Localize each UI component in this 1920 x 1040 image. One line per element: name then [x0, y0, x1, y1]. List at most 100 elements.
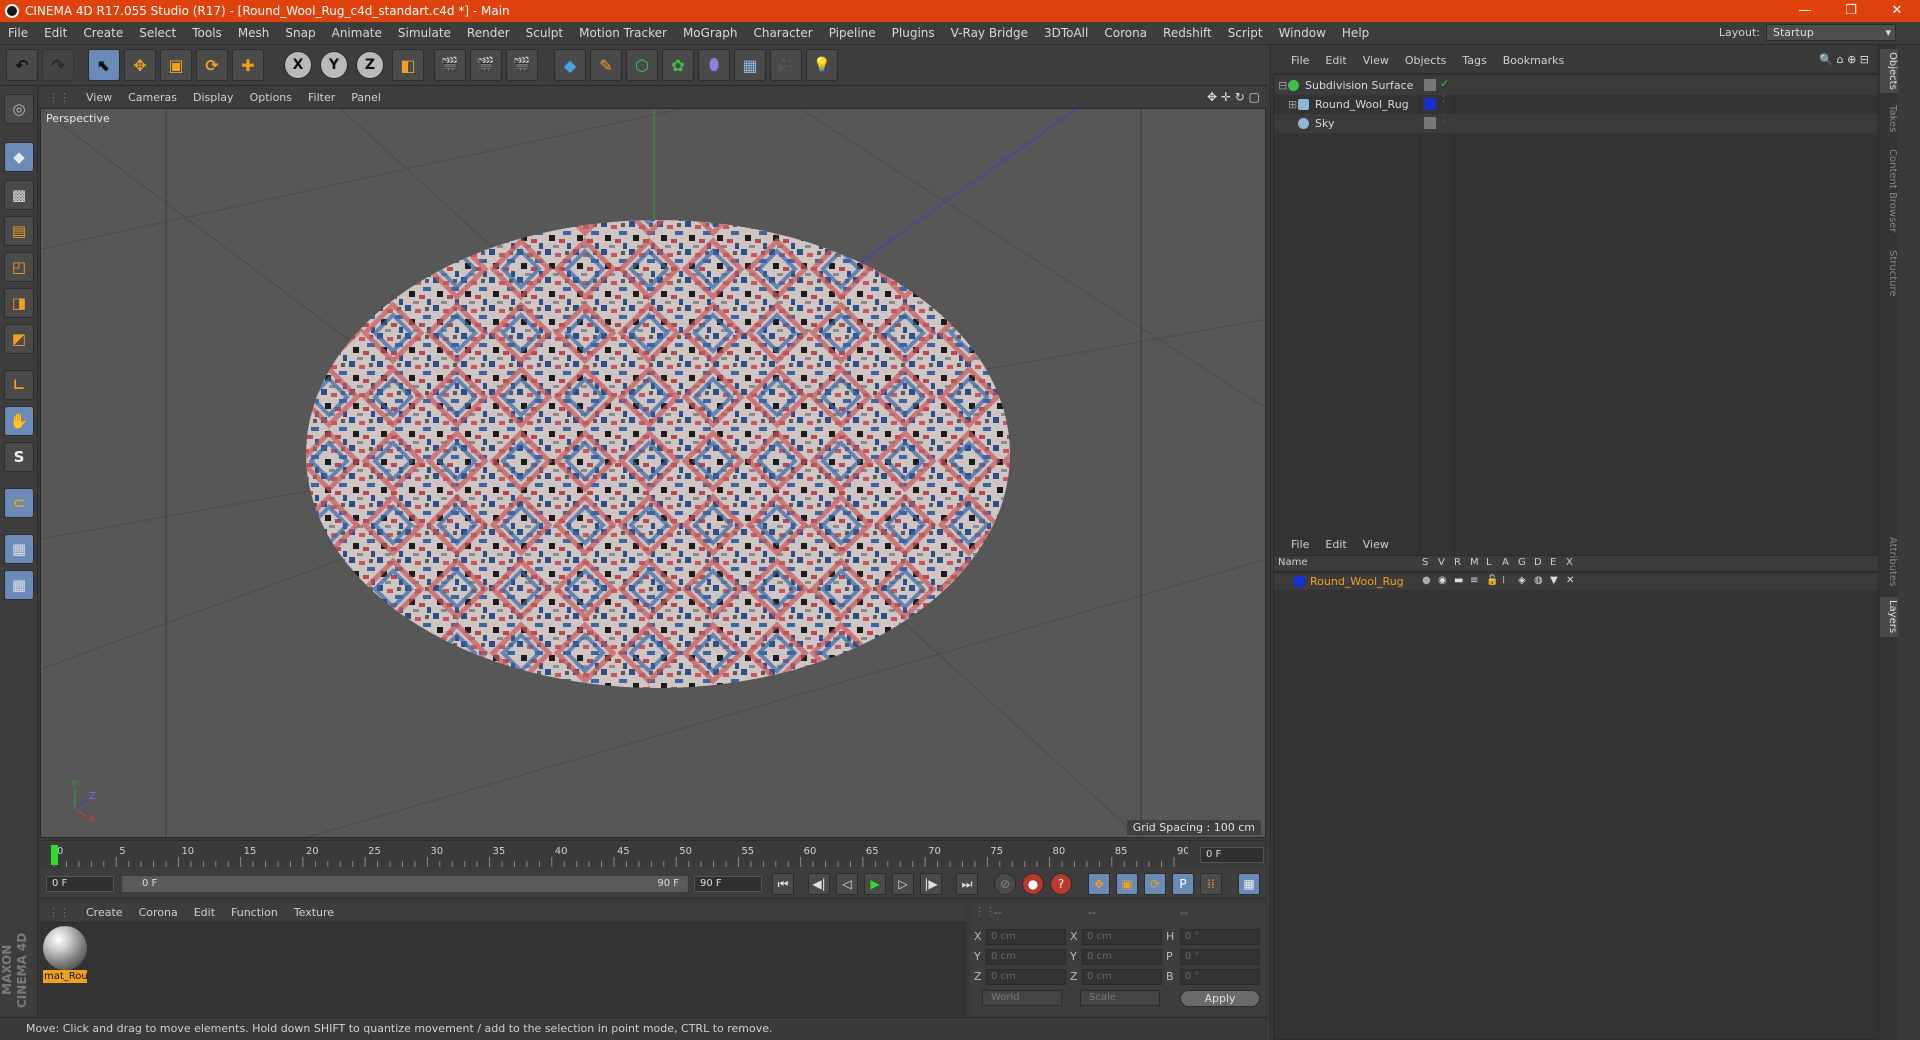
- timeline-window-icon[interactable]: ▦: [1238, 873, 1260, 895]
- render-view-icon[interactable]: 🎬: [434, 49, 466, 81]
- menu-character[interactable]: Character: [745, 26, 820, 40]
- layer-solo-icon[interactable]: ●: [1422, 575, 1431, 586]
- playhead-marker[interactable]: [51, 845, 58, 865]
- pos-y-field[interactable]: 0 cm: [986, 949, 1066, 965]
- material-menu-create[interactable]: Create: [78, 906, 131, 919]
- current-frame-field[interactable]: 0 F: [1200, 847, 1264, 863]
- tweak-mode-icon[interactable]: ✋: [4, 406, 34, 436]
- tab-layers[interactable]: Layers: [1880, 597, 1898, 637]
- object-row[interactable]: ⊟ Subdivision Surface ✓: [1274, 76, 1896, 95]
- tab-content-browser[interactable]: Content Browser: [1880, 145, 1898, 237]
- layer-lock-icon[interactable]: 🔓: [1486, 575, 1498, 586]
- pos-x-field[interactable]: 0 cm: [986, 929, 1066, 945]
- menu-mograph[interactable]: MoGraph: [675, 26, 746, 40]
- coordinate-mode-dropdown[interactable]: World: [982, 990, 1062, 1006]
- rot-h-field[interactable]: 0 °: [1180, 929, 1260, 945]
- tab-takes[interactable]: Takes: [1880, 101, 1898, 137]
- material-menu-corona[interactable]: Corona: [131, 906, 186, 919]
- floor-icon[interactable]: ▦: [734, 49, 766, 81]
- obj-menu-objects[interactable]: Objects: [1397, 54, 1455, 67]
- menu-help[interactable]: Help: [1334, 26, 1377, 40]
- rot-p-field[interactable]: 0 °: [1180, 949, 1260, 965]
- viewport-menu-cameras[interactable]: Cameras: [120, 91, 185, 104]
- live-selection-tool-icon[interactable]: ⬉: [88, 49, 120, 81]
- size-y-field[interactable]: 0 cm: [1082, 949, 1162, 965]
- viewport-menu-panel[interactable]: Panel: [343, 91, 389, 104]
- undo-button[interactable]: ↶: [6, 49, 38, 81]
- texture-mode-icon[interactable]: ▩: [4, 180, 34, 210]
- material-menu-function[interactable]: Function: [223, 906, 286, 919]
- viewport-menu-options[interactable]: Options: [242, 91, 300, 104]
- close-button[interactable]: ✕: [1874, 0, 1920, 22]
- menu-create[interactable]: Create: [75, 26, 131, 40]
- menu-edit[interactable]: Edit: [36, 26, 75, 40]
- y-axis-lock-button[interactable]: Y: [320, 51, 348, 79]
- size-z-field[interactable]: 0 cm: [1082, 969, 1162, 985]
- previous-key-button[interactable]: ◀|: [808, 873, 830, 895]
- menu-tools[interactable]: Tools: [184, 26, 230, 40]
- axis-mode-icon[interactable]: ∟: [4, 370, 34, 400]
- light-icon[interactable]: 💡: [806, 49, 838, 81]
- preview-range-slider[interactable]: 0 F 90 F: [122, 876, 688, 892]
- tab-objects[interactable]: Objects: [1880, 49, 1898, 93]
- timeline[interactable]: 0 5 10 15 20 25 30 35 40 45 50 55 60 65 70 75 80 85 90 0 F: [40, 840, 1266, 868]
- mograph-array-icon[interactable]: ✿: [662, 49, 694, 81]
- layer-view-icon[interactable]: ◉: [1438, 575, 1447, 586]
- material-menu-texture[interactable]: Texture: [286, 906, 342, 919]
- workplane-rotate-icon[interactable]: ▦: [4, 570, 34, 600]
- obj-menu-file[interactable]: File: [1283, 54, 1317, 67]
- model-mode-icon[interactable]: ◆: [4, 142, 34, 172]
- next-frame-button[interactable]: ▷: [892, 873, 914, 895]
- layer-generators-icon[interactable]: ◈: [1518, 575, 1526, 586]
- menu-render[interactable]: Render: [459, 26, 518, 40]
- tab-structure[interactable]: Structure: [1880, 245, 1898, 301]
- recent-tool-icon[interactable]: ✚: [232, 49, 264, 81]
- menu-mesh[interactable]: Mesh: [230, 26, 278, 40]
- viewport-menu-filter[interactable]: Filter: [300, 91, 343, 104]
- visibility-dots-icon[interactable]: ⁚: [1442, 114, 1445, 124]
- expand-icon[interactable]: ⊞: [1288, 98, 1298, 111]
- x-axis-lock-button[interactable]: X: [284, 51, 312, 79]
- layer-deformers-icon[interactable]: ◍: [1534, 575, 1543, 586]
- menu-3dtoall[interactable]: 3DToAll: [1036, 26, 1096, 40]
- camera-icon[interactable]: 🎥: [770, 49, 802, 81]
- timeline-ruler[interactable]: 0 5 10 15 20 25 30 35 40 45 50 55 60 65 70 75 80 85 90: [48, 843, 1188, 867]
- obj-menu-edit[interactable]: Edit: [1317, 54, 1354, 67]
- menu-file[interactable]: File: [0, 26, 36, 40]
- cube-primitive-icon[interactable]: ◆: [554, 49, 586, 81]
- menu-corona[interactable]: Corona: [1096, 26, 1155, 40]
- rot-b-field[interactable]: 0 °: [1180, 969, 1260, 985]
- minimize-button[interactable]: —: [1782, 0, 1828, 22]
- menu-animate[interactable]: Animate: [324, 26, 390, 40]
- size-mode-dropdown[interactable]: Scale: [1080, 990, 1160, 1006]
- key-parameter-icon[interactable]: P: [1172, 873, 1194, 895]
- end-frame-field[interactable]: 90 F: [694, 876, 762, 892]
- layer-xref-icon[interactable]: ✕: [1566, 575, 1574, 586]
- menu-plugins[interactable]: Plugins: [884, 26, 943, 40]
- magnet-icon[interactable]: ⊂: [4, 488, 34, 518]
- go-to-start-button[interactable]: ⏮: [772, 873, 794, 895]
- object-row[interactable]: Sky ⁚: [1274, 114, 1896, 133]
- menu-select[interactable]: Select: [131, 26, 184, 40]
- obj-menu-view[interactable]: View: [1355, 54, 1397, 67]
- material-swatch[interactable]: mat_Rou: [43, 926, 87, 984]
- redo-button[interactable]: ↷: [42, 49, 74, 81]
- pen-spline-icon[interactable]: ✎: [590, 49, 622, 81]
- viewport-menu-view[interactable]: View: [78, 91, 120, 104]
- rotate-tool-icon[interactable]: ⟳: [196, 49, 228, 81]
- menu-snap[interactable]: Snap: [277, 26, 323, 40]
- snapping-icon[interactable]: S: [4, 442, 34, 472]
- autokeying-icon[interactable]: ?: [1050, 873, 1072, 895]
- material-menu-edit[interactable]: Edit: [186, 906, 223, 919]
- obj-menu-tags[interactable]: Tags: [1454, 54, 1494, 67]
- object-manager-tool-icons[interactable]: 🔍 ⌂ ⊕ ⊟: [1819, 53, 1869, 66]
- start-frame-field[interactable]: 0 F: [46, 876, 114, 892]
- visibility-dots-icon[interactable]: ⁚: [1442, 95, 1445, 105]
- key-pla-icon[interactable]: ⁞⁞: [1200, 873, 1222, 895]
- z-axis-lock-button[interactable]: Z: [356, 51, 384, 79]
- polygon-mode-icon[interactable]: ◩: [4, 324, 34, 354]
- enabled-check-icon[interactable]: ✓: [1440, 77, 1449, 90]
- menu-motion-tracker[interactable]: Motion Tracker: [571, 26, 675, 40]
- next-key-button[interactable]: |▶: [920, 873, 942, 895]
- layer-render-icon[interactable]: ▬: [1454, 575, 1463, 586]
